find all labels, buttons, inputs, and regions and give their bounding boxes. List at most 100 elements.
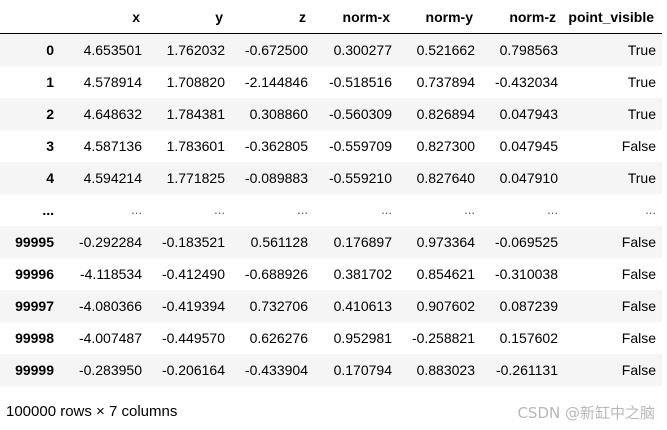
table-row: 99996 -4.118534 -0.412490 -0.688926 0.381702… [0, 257, 662, 290]
table-cell: 1.771825 [166, 169, 225, 186]
table-cell: -0.069525 [494, 233, 558, 250]
table-cell: False [621, 361, 656, 378]
table-row: 0 4.653501 1.762032 -0.672500 0.300277 0.5216… [0, 33, 662, 66]
table-cell: 0.732706 [249, 297, 308, 314]
dataframe-table: x y z norm-x norm-y norm-z point_visible 0 4.65… [0, 0, 662, 386]
column-header-norm-x: norm-x [314, 0, 398, 34]
row-index: 0 [46, 41, 54, 58]
table-row: 99999 -0.283950 -0.206164 -0.433904 0.170794… [0, 353, 662, 386]
table-cell: 0.157602 [499, 329, 558, 346]
column-header-norm-y: norm-y [398, 0, 481, 34]
row-index: ... [42, 201, 54, 218]
column-header-x: x [62, 0, 148, 34]
table-cell: 0.308860 [249, 105, 308, 122]
table-cell: 0.973364 [416, 233, 475, 250]
table-cell: 0.047910 [499, 169, 558, 186]
table-cell: 1.783601 [166, 137, 225, 154]
row-index: 4 [46, 169, 54, 186]
table-cell: False [621, 137, 656, 154]
table-cell: 0.047945 [499, 137, 558, 154]
table-cell: -4.007487 [78, 329, 142, 346]
table-cell: 0.826894 [416, 105, 475, 122]
row-index: 99998 [15, 329, 54, 346]
table-cell: -0.672500 [244, 41, 308, 58]
row-index: 99996 [15, 265, 54, 282]
table-cell: 0.087239 [499, 297, 558, 314]
table-cell: -0.688926 [244, 265, 308, 282]
table-cell: -0.292284 [78, 233, 142, 250]
table-cell: 0.626276 [249, 329, 308, 346]
table-cell: 0.827640 [416, 169, 475, 186]
table-cell: 0.047943 [499, 105, 558, 122]
row-index: 1 [46, 73, 54, 90]
table-cell: 0.737894 [416, 73, 475, 90]
table-cell: 0.521662 [416, 41, 475, 58]
table-body: 0 4.653501 1.762032 -0.672500 0.300277 0.5216… [0, 33, 662, 386]
table-cell: ... [381, 202, 392, 217]
table-cell: ... [131, 202, 142, 217]
table-cell: 1.784381 [166, 105, 225, 122]
table-row: 1 4.578914 1.708820 -2.144846 -0.518516 0.737… [0, 65, 662, 98]
table-cell: 0.798563 [499, 41, 558, 58]
table-cell: True [627, 105, 656, 122]
table-row: 3 4.587136 1.783601 -0.362805 -0.559709 0.827… [0, 129, 662, 162]
table-cell: 0.410613 [333, 297, 392, 314]
table-cell: -0.183521 [161, 233, 225, 250]
table-cell: 0.176897 [333, 233, 392, 250]
row-index: 99999 [15, 361, 54, 378]
table-cell: 0.883023 [416, 361, 475, 378]
dataframe-output: x y z norm-x norm-y norm-z point_visible 0 4.65… [0, 0, 662, 386]
table-row: 2 4.648632 1.784381 0.308860 -0.560309 0.8268… [0, 97, 662, 130]
table-cell: 0.381702 [333, 265, 392, 282]
column-header-y: y [148, 0, 231, 34]
table-cell: -0.559709 [328, 137, 392, 154]
row-index: 99997 [15, 297, 54, 314]
table-cell: 4.648632 [83, 105, 142, 122]
row-index: 3 [46, 137, 54, 154]
table-cell: False [621, 265, 656, 282]
table-cell: False [621, 329, 656, 346]
shape-caption: 100000 rows × 7 columns [6, 403, 178, 420]
table-cell: 0.300277 [333, 41, 392, 58]
table-cell: 1.708820 [166, 73, 225, 90]
table-cell: -2.144846 [244, 73, 308, 90]
table-cell: ... [547, 202, 558, 217]
table-cell: -0.419394 [161, 297, 225, 314]
table-cell: -0.433904 [244, 361, 308, 378]
table-cell: 0.907602 [416, 297, 475, 314]
table-cell: 0.827300 [416, 137, 475, 154]
index-header [0, 0, 62, 34]
table-cell: ... [214, 202, 225, 217]
table-cell: -4.080366 [78, 297, 142, 314]
table-cell: -0.412490 [161, 265, 225, 282]
table-cell: False [621, 297, 656, 314]
table-row: 99995 -0.292284 -0.183521 0.561128 0.176897 0… [0, 225, 662, 258]
table-cell: 4.587136 [83, 137, 142, 154]
table-cell: -0.089883 [244, 169, 308, 186]
table-cell: ... [297, 202, 308, 217]
table-cell: -0.449570 [161, 329, 225, 346]
table-cell: -0.206164 [161, 361, 225, 378]
table-cell: -0.362805 [244, 137, 308, 154]
table-cell: 0.952981 [333, 329, 392, 346]
table-cell: -0.432034 [494, 73, 558, 90]
table-cell: -0.559210 [328, 169, 392, 186]
table-cell: True [627, 169, 656, 186]
table-cell: 0.854621 [416, 265, 475, 282]
table-cell: 4.594214 [83, 169, 142, 186]
table-cell: 0.170794 [333, 361, 392, 378]
ellipsis-row: ........................ [0, 193, 662, 226]
row-index: 99995 [15, 233, 54, 250]
table-cell: -4.118534 [79, 265, 142, 282]
table-cell: -0.283950 [78, 361, 142, 378]
table-cell: True [627, 41, 656, 58]
table-row: 4 4.594214 1.771825 -0.089883 -0.559210 0.827… [0, 161, 662, 194]
table-cell: ... [464, 202, 475, 217]
table-row: 99998 -4.007487 -0.449570 0.626276 0.952981 -… [0, 321, 662, 354]
table-cell: 4.653501 [83, 41, 142, 58]
table-cell: 4.578914 [83, 73, 142, 90]
table-cell: False [621, 233, 656, 250]
table-cell: 1.762032 [166, 41, 225, 58]
column-header-point-visible: point_visible [564, 0, 662, 34]
column-header-z: z [231, 0, 314, 34]
